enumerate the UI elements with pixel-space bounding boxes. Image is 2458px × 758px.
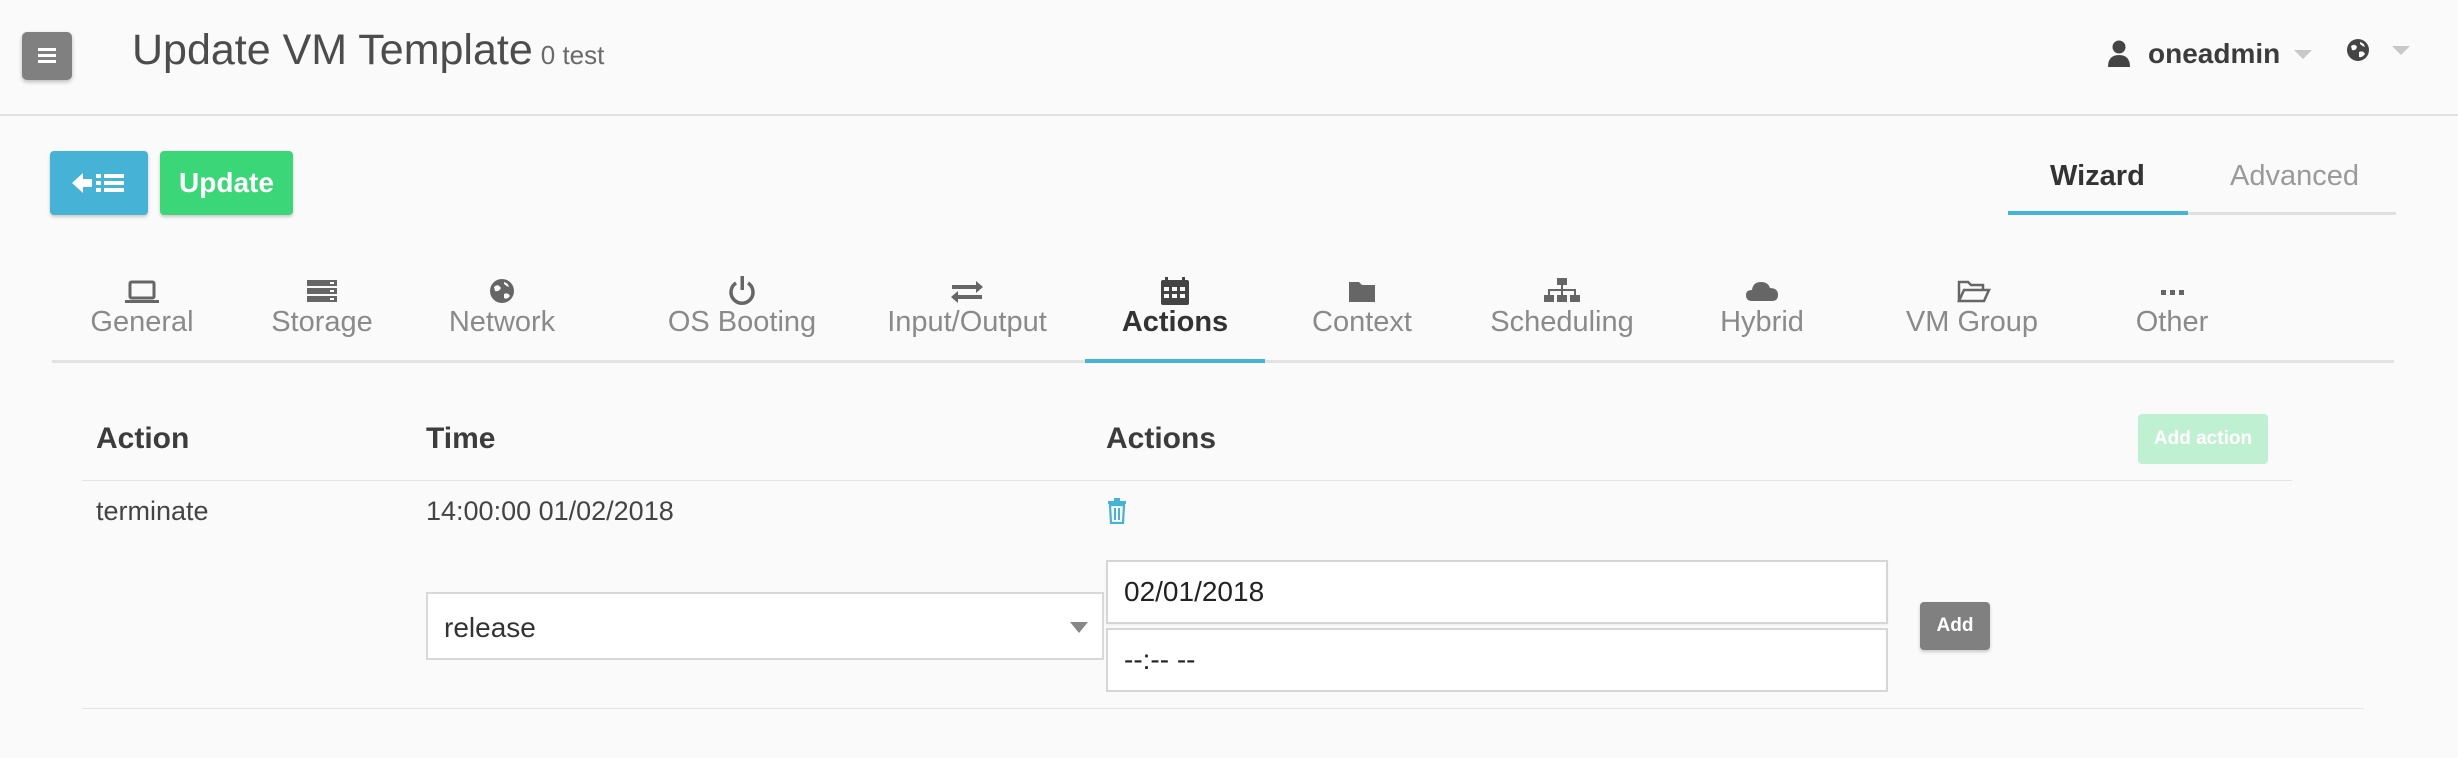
globe-icon (2347, 39, 2369, 61)
folder-open-icon (1957, 280, 1991, 303)
tab-storage[interactable]: Storage (232, 262, 412, 360)
column-header-action: Action (96, 422, 190, 455)
tab-label: Hybrid (1720, 306, 1804, 338)
globe-icon (490, 279, 514, 303)
page-title: Update VM Template 0 test (132, 26, 604, 75)
section-tabs: General Storage Network OS Booting Input… (52, 262, 2394, 363)
top-bar: Update VM Template 0 test oneadmin (0, 0, 2458, 116)
tab-os-booting[interactable]: OS Booting (632, 262, 852, 360)
laptop-icon (125, 280, 159, 303)
action-select-value: release (444, 612, 536, 643)
row-time-cell: 14:00:00 01/02/2018 (426, 496, 674, 526)
chevron-down-icon (1070, 622, 1088, 633)
action-select[interactable]: release (426, 592, 1104, 660)
menu-toggle-button[interactable] (22, 32, 72, 80)
tab-advanced[interactable]: Advanced (2230, 160, 2359, 193)
tab-actions[interactable]: Actions (1085, 262, 1265, 360)
form-divider (82, 708, 2364, 709)
tab-vm-group[interactable]: VM Group (1862, 262, 2082, 360)
tab-label: Context (1312, 306, 1412, 338)
tab-label: VM Group (1905, 306, 2039, 338)
exchange-icon (951, 281, 983, 303)
user-menu[interactable]: oneadmin (2108, 34, 2313, 74)
tab-label: OS Booting (667, 306, 817, 338)
row-action-cell: terminate (96, 496, 209, 526)
column-header-actions: Actions (1106, 422, 1217, 455)
column-header-time: Time (426, 422, 496, 455)
folder-icon (1349, 282, 1375, 302)
menu-bar-icon (38, 54, 56, 57)
server-icon (307, 280, 337, 302)
back-to-list-button[interactable] (50, 151, 148, 215)
date-input[interactable]: 02/01/2018 (1106, 560, 1888, 624)
tab-network[interactable]: Network (412, 262, 592, 360)
add-button[interactable]: Add (1920, 602, 1990, 650)
tab-wizard[interactable]: Wizard (2050, 160, 2145, 193)
active-tab-indicator (1085, 359, 1265, 363)
tab-other[interactable]: Other (2082, 262, 2262, 360)
tab-label: Scheduling (1490, 306, 1634, 338)
time-input[interactable]: --:-- -- (1106, 628, 1888, 692)
menu-bar-icon (38, 48, 56, 51)
tab-label: Input/Output (887, 306, 1047, 338)
active-tab-indicator (2008, 211, 2188, 215)
sitemap-icon (1544, 278, 1580, 302)
update-button[interactable]: Update (160, 151, 293, 215)
tab-label: General (90, 306, 194, 338)
tab-label: Storage (271, 306, 373, 338)
tab-label: Other (2135, 306, 2209, 338)
tab-hybrid[interactable]: Hybrid (1672, 262, 1852, 360)
header-divider (82, 480, 2292, 481)
tab-label: Network (448, 306, 556, 338)
page-title-text: Update VM Template (132, 26, 533, 74)
cloud-icon (1746, 282, 1778, 301)
power-icon (729, 276, 755, 305)
tab-input-output[interactable]: Input/Output (852, 262, 1082, 360)
ellipsis-icon (2161, 290, 2184, 295)
language-menu[interactable] (2346, 38, 2410, 62)
add-action-button[interactable]: Add action (2138, 414, 2268, 464)
mode-tabs: Wizard Advanced (2008, 150, 2396, 215)
username: oneadmin (2148, 38, 2281, 69)
tab-scheduling[interactable]: Scheduling (1452, 262, 1672, 360)
chevron-down-icon (2392, 45, 2410, 55)
tab-general[interactable]: General (52, 262, 232, 360)
menu-bar-icon (38, 60, 56, 63)
calendar-icon (1161, 277, 1189, 305)
user-icon (2108, 40, 2130, 67)
chevron-down-icon (2294, 49, 2313, 59)
tab-context[interactable]: Context (1272, 262, 1452, 360)
back-list-icon (72, 173, 124, 193)
tab-label: Actions (1121, 306, 1229, 338)
page-subtitle: 0 test (540, 40, 605, 70)
trash-icon[interactable] (1106, 498, 1128, 524)
